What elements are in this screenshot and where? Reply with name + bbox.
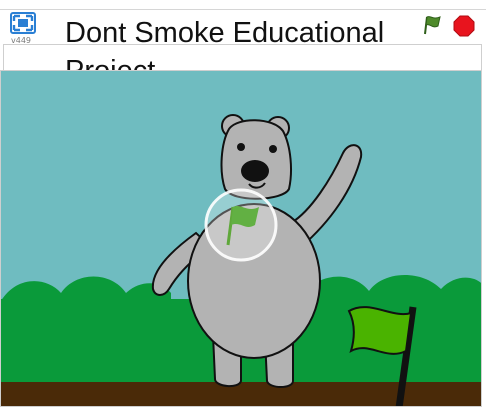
green-flag-button[interactable]: [421, 14, 443, 36]
fullscreen-button[interactable]: [10, 12, 36, 34]
stop-icon: [453, 15, 475, 37]
stage[interactable]: [0, 70, 482, 407]
fullscreen-icon: [10, 12, 36, 34]
start-overlay-button[interactable]: [203, 187, 279, 263]
backdrop-ground: [1, 382, 481, 406]
player-header: v449 Dont Smoke Educational Project: [0, 0, 488, 87]
stage-flag: [347, 306, 413, 355]
project-player: v449 Dont Smoke Educational Project: [0, 0, 488, 415]
green-flag-icon: [424, 16, 441, 35]
overlay-flag-icon: [204, 188, 278, 262]
header-divider: [0, 5, 486, 10]
bear-nose: [241, 160, 269, 182]
stop-button[interactable]: [453, 15, 475, 37]
